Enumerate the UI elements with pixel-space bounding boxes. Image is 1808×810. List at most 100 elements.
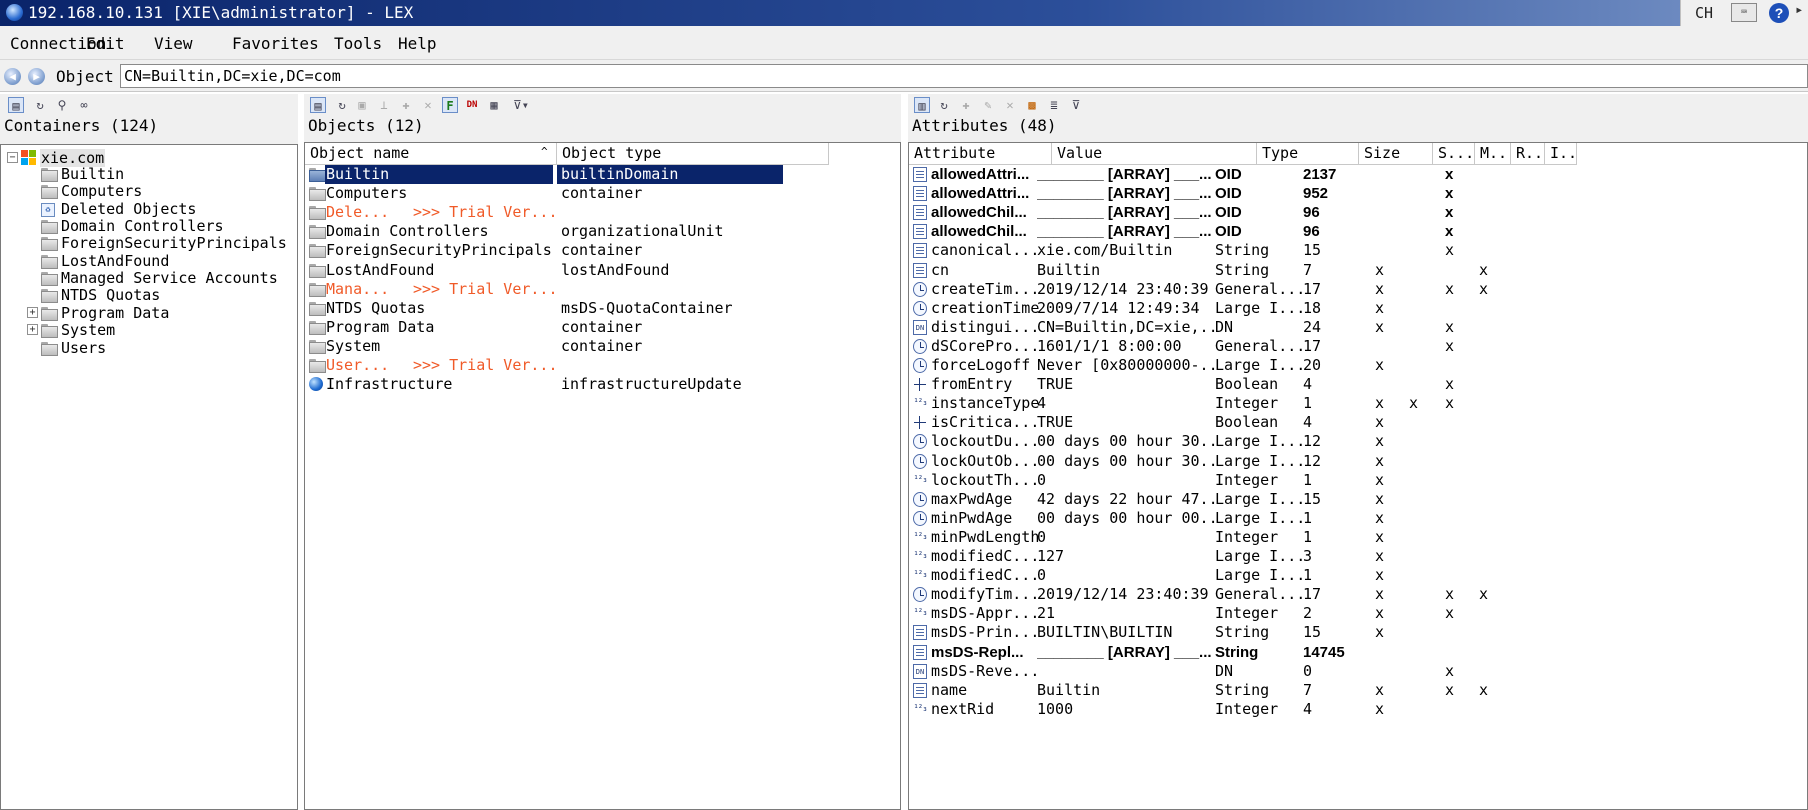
attribute-row[interactable]: msDS-Repl...________ [ARRAY] ___...Strin… — [909, 643, 1577, 662]
tree-item[interactable]: LostAndFound — [1, 252, 297, 270]
attribute-row[interactable]: ¹²₃minPwdLength0Integer1x — [909, 528, 1577, 547]
object-row[interactable]: Dele...>>> Trial Ver... — [305, 203, 829, 222]
col-type[interactable]: Type — [1257, 143, 1359, 165]
col-m[interactable]: M... — [1475, 143, 1511, 165]
attribute-row[interactable]: creationTime2009/7/14 12:49:34Large I...… — [909, 299, 1577, 318]
attribute-row[interactable]: allowedChil...________ [ARRAY] ___...OID… — [909, 203, 1577, 222]
attribute-row[interactable]: ¹²₃instanceType4Integer1xxx — [909, 394, 1577, 413]
attribute-row[interactable]: allowedAttri...________ [ARRAY] ___...OI… — [909, 184, 1577, 203]
attribute-type: Large I... — [1215, 566, 1313, 585]
help-icon[interactable]: ? — [1769, 3, 1789, 23]
col-object-name[interactable]: Object name ^ — [305, 143, 557, 165]
add-icon[interactable]: ✚ — [398, 97, 414, 113]
attribute-row[interactable]: DNmsDS-Reve...DN0x — [909, 662, 1577, 681]
attribute-row[interactable]: dSCorePro...1601/1/1 8:00:00General...17… — [909, 337, 1577, 356]
object-row[interactable]: Domain ControllersorganizationalUnit — [305, 222, 829, 241]
attr-list-icon[interactable]: ≣ — [1046, 97, 1062, 113]
hierarchy-icon[interactable]: ⊥ — [376, 97, 392, 113]
find-icon[interactable]: ⚲ — [54, 97, 70, 113]
attr-grid-icon[interactable]: ▩ — [1024, 97, 1040, 113]
tree-item[interactable]: Users — [1, 339, 297, 357]
properties-icon[interactable]: ▣ — [354, 97, 370, 113]
col-s[interactable]: S... — [1433, 143, 1475, 165]
col-size[interactable]: Size — [1359, 143, 1433, 165]
tree-item[interactable]: ForeignSecurityPrincipals — [1, 234, 297, 252]
attribute-row[interactable]: fromEntryTRUEBoolean4x — [909, 375, 1577, 394]
menu-favorites[interactable]: Favorites — [232, 34, 319, 53]
filter-dropdown-icon[interactable]: ⊽▾ — [510, 97, 532, 113]
dn-icon[interactable]: DN — [464, 97, 480, 113]
tree-item[interactable]: Computers — [1, 182, 297, 200]
menu-edit[interactable]: Edit — [86, 34, 125, 53]
binoculars-icon[interactable]: ∞ — [76, 97, 92, 113]
attr-filter-icon[interactable]: ⊽ — [1068, 97, 1084, 113]
attribute-row[interactable]: DNdistingui...CN=Builtin,DC=xie,...DN24x… — [909, 318, 1577, 337]
attr-view-icon[interactable]: ▥ — [914, 97, 930, 113]
tree-item[interactable]: ♻Deleted Objects — [1, 200, 297, 218]
menu-tools[interactable]: Tools — [334, 34, 382, 53]
attr-edit-icon[interactable]: ✎ — [980, 97, 996, 113]
col-r[interactable]: R... — [1511, 143, 1545, 165]
attribute-row[interactable]: ¹²₃modifiedC...0Large I...1x — [909, 566, 1577, 585]
object-row[interactable]: InfrastructureinfrastructureUpdate — [305, 375, 829, 394]
tree-item[interactable]: NTDS Quotas — [1, 286, 297, 304]
attribute-row[interactable]: allowedAttri...________ [ARRAY] ___...OI… — [909, 165, 1577, 184]
objects-refresh-icon[interactable]: ↻ — [334, 97, 350, 113]
attribute-row[interactable]: maxPwdAge42 days 22 hour 47...Large I...… — [909, 490, 1577, 509]
columns-icon[interactable]: ▦ — [486, 97, 502, 113]
tree-item[interactable]: Domain Controllers — [1, 217, 297, 235]
forward-icon[interactable]: ▶ — [28, 68, 45, 85]
object-row[interactable]: User...>>> Trial Ver... — [305, 356, 829, 375]
expand-icon[interactable]: + — [27, 324, 38, 335]
attribute-row[interactable]: lockoutDu...00 days 00 hour 30...Large I… — [909, 432, 1577, 451]
attribute-row[interactable]: nameBuiltinString7xxx — [909, 681, 1577, 700]
object-path-input[interactable]: CN=Builtin,DC=xie,DC=com — [120, 64, 1808, 88]
col-value[interactable]: Value — [1052, 143, 1257, 165]
attribute-row[interactable]: ¹²₃lockoutTh...0Integer1x — [909, 471, 1577, 490]
attr-delete-icon[interactable]: ✕ — [1002, 97, 1018, 113]
tree-item[interactable]: Builtin — [1, 165, 297, 183]
object-row[interactable]: Systemcontainer — [305, 337, 829, 356]
tree-item[interactable]: Managed Service Accounts — [1, 269, 297, 287]
object-row[interactable]: BuiltinbuiltinDomain — [305, 165, 829, 184]
keyboard-icon[interactable]: ⌨ — [1731, 3, 1757, 22]
menu-help[interactable]: Help — [398, 34, 437, 53]
object-row[interactable]: Computerscontainer — [305, 184, 829, 203]
filter-f-icon[interactable]: F — [442, 97, 458, 113]
menu-view[interactable]: View — [154, 34, 193, 53]
attribute-row[interactable]: ¹²₃msDS-Appr...21Integer2xx — [909, 604, 1577, 623]
objects-view-icon[interactable]: ▤ — [310, 97, 326, 113]
attribute-row[interactable]: modifyTim...2019/12/14 23:40:39General..… — [909, 585, 1577, 604]
object-row[interactable]: Program Datacontainer — [305, 318, 829, 337]
attribute-row[interactable]: forceLogoffNever [0x80000000-...Large I.… — [909, 356, 1577, 375]
delete-icon[interactable]: ✕ — [420, 97, 436, 113]
attribute-row[interactable]: ¹²₃nextRid1000Integer4x — [909, 700, 1577, 719]
attribute-row[interactable]: cnBuiltinString7xx — [909, 261, 1577, 280]
attribute-row[interactable]: canonical...xie.com/BuiltinString15x — [909, 241, 1577, 260]
attr-refresh-icon[interactable]: ↻ — [936, 97, 952, 113]
refresh-icon[interactable]: ↻ — [32, 97, 48, 113]
attribute-row[interactable]: allowedChil...________ [ARRAY] ___...OID… — [909, 222, 1577, 241]
expand-icon[interactable]: + — [27, 307, 38, 318]
language-indicator[interactable]: CH — [1695, 4, 1713, 22]
attribute-row[interactable]: msDS-Prin...BUILTIN\BUILTINString15x — [909, 623, 1577, 642]
back-icon[interactable]: ◀ — [4, 68, 21, 85]
collapse-icon[interactable]: − — [7, 152, 18, 163]
object-row[interactable]: Mana...>>> Trial Ver... — [305, 280, 829, 299]
attribute-row[interactable]: minPwdAge00 days 00 hour 00...Large I...… — [909, 509, 1577, 528]
attribute-row[interactable]: lockOutOb...00 days 00 hour 30...Large I… — [909, 452, 1577, 471]
tray-more-icon[interactable]: ▸ — [1795, 2, 1803, 18]
tree-view-icon[interactable]: ▤ — [8, 97, 24, 113]
tree-item[interactable]: +System — [1, 321, 297, 339]
col-object-type[interactable]: Object type — [557, 143, 829, 165]
attr-add-icon[interactable]: ✚ — [958, 97, 974, 113]
object-row[interactable]: NTDS QuotasmsDS-QuotaContainer — [305, 299, 829, 318]
col-i[interactable]: I... — [1545, 143, 1577, 165]
attribute-row[interactable]: ¹²₃modifiedC...127Large I...3x — [909, 547, 1577, 566]
attribute-row[interactable]: isCritica...TRUEBoolean4x — [909, 413, 1577, 432]
attribute-row[interactable]: createTim...2019/12/14 23:40:39General..… — [909, 280, 1577, 299]
object-row[interactable]: LostAndFoundlostAndFound — [305, 261, 829, 280]
col-attribute[interactable]: Attribute — [909, 143, 1052, 165]
object-row[interactable]: ForeignSecurityPrincipalscontainer — [305, 241, 829, 260]
tree-item[interactable]: +Program Data — [1, 304, 297, 322]
